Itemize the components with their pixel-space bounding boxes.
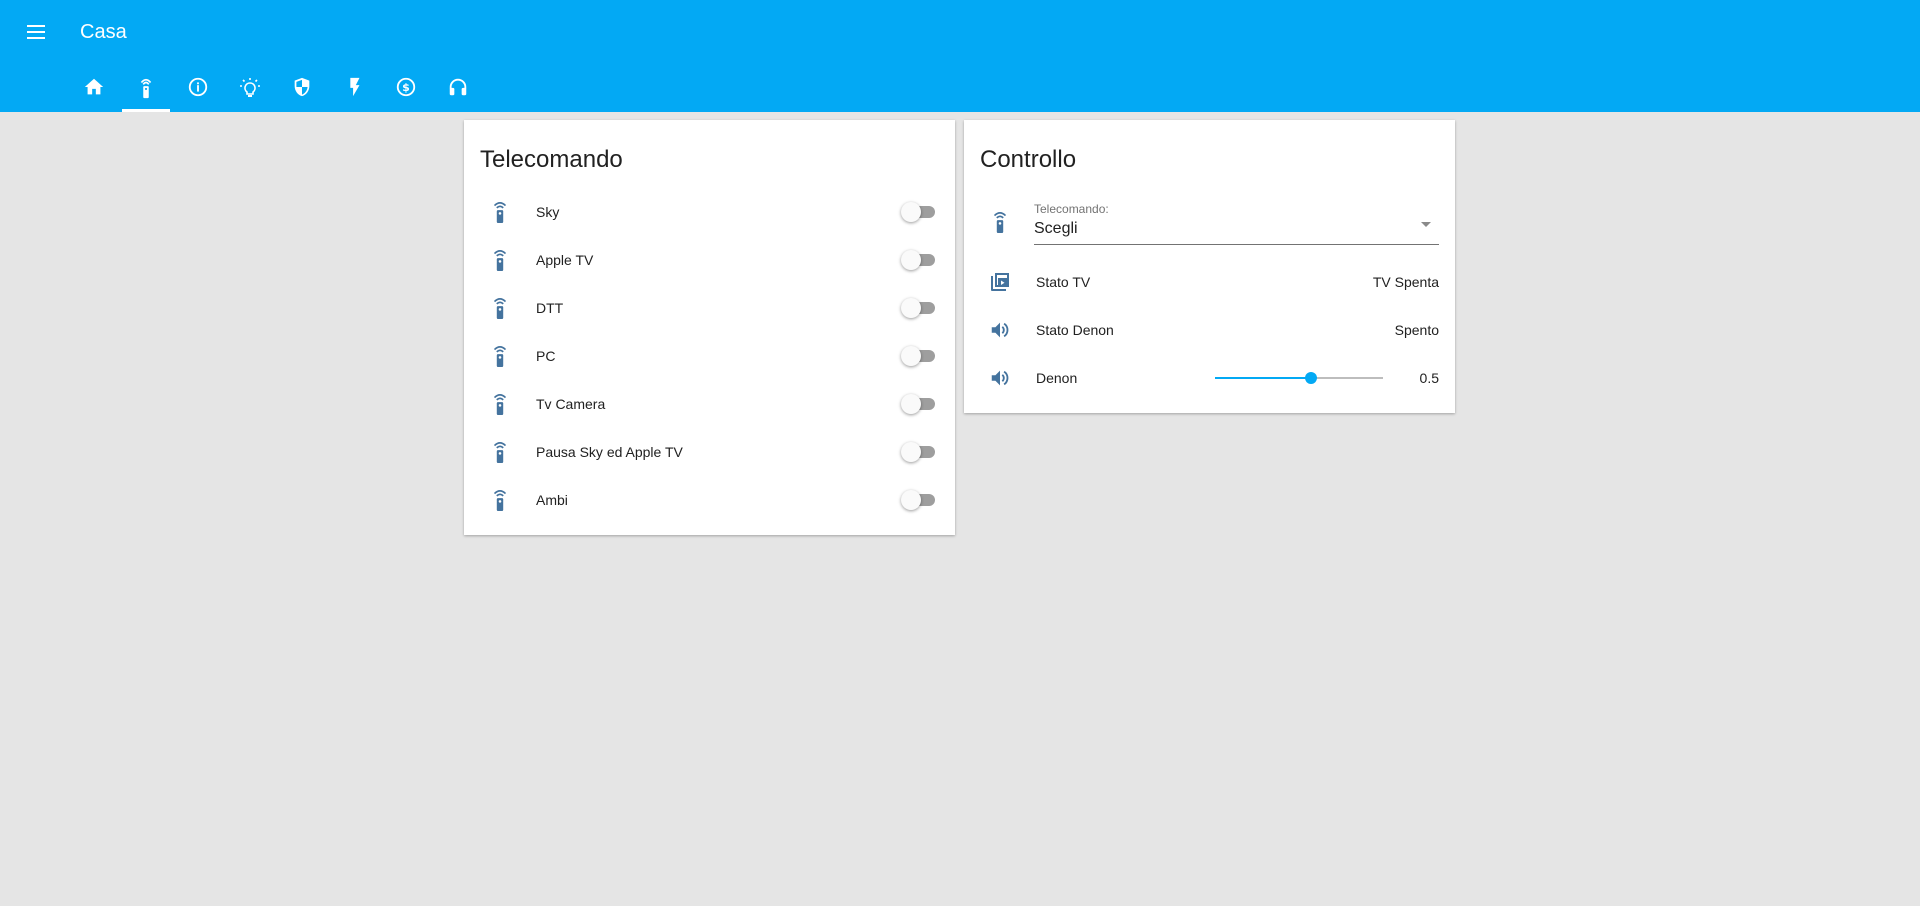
list-item-apple-tv: Apple TV xyxy=(480,240,939,280)
controllo-card: Controllo Telecomando: Scegli Stato TV T… xyxy=(964,120,1455,413)
list-item-pc: PC xyxy=(480,336,939,376)
remote-icon xyxy=(480,240,520,280)
toggle-knob xyxy=(901,442,921,462)
list-item-label: PC xyxy=(536,348,556,364)
info-icon xyxy=(188,77,208,97)
list-item-tv-camera: Tv Camera xyxy=(480,384,939,424)
tab-energy[interactable] xyxy=(328,70,380,112)
headphones-icon xyxy=(449,78,467,96)
remote-icon xyxy=(480,480,520,520)
remote-icon xyxy=(140,78,152,99)
toggle-switch[interactable] xyxy=(901,394,939,414)
denon-volume-row: Denon 0.5 xyxy=(980,358,1439,398)
slider-fill xyxy=(1215,377,1311,379)
tab-info[interactable] xyxy=(172,70,224,112)
app-header: Casa $ xyxy=(0,0,1920,112)
stato-denon-value: Spento xyxy=(1394,322,1439,338)
list-item-label: Sky xyxy=(536,204,560,220)
app-title: Casa xyxy=(80,21,127,43)
hamburger-icon xyxy=(27,25,45,39)
tab-lights[interactable] xyxy=(224,70,276,112)
shield-icon xyxy=(294,77,310,97)
list-item-label: Pausa Sky ed Apple TV xyxy=(536,444,683,460)
telecomando-select-row: Telecomando: Scegli xyxy=(980,198,1439,246)
remote-icon xyxy=(480,336,520,376)
volume-slider[interactable] xyxy=(1215,368,1383,388)
stato-tv-label: Stato TV xyxy=(1036,274,1091,290)
list-item-pausa: Pausa Sky ed Apple TV xyxy=(480,432,939,472)
list-item-ambi: Ambi xyxy=(480,480,939,520)
list-item-label: Tv Camera xyxy=(536,396,606,412)
toggle-switch[interactable] xyxy=(901,202,939,222)
chevron-down-icon xyxy=(1421,221,1431,227)
list-item-dtt: DTT xyxy=(480,288,939,328)
select-label: Telecomando: xyxy=(1034,201,1109,216)
toggle-switch[interactable] xyxy=(901,490,939,510)
slider-thumb[interactable] xyxy=(1304,372,1317,384)
tab-home[interactable] xyxy=(68,70,120,112)
remote-icon xyxy=(480,288,520,328)
tab-media[interactable] xyxy=(432,70,484,112)
select-value: Scegli xyxy=(1034,219,1078,237)
list-item-label: DTT xyxy=(536,300,564,316)
denon-value: 0.5 xyxy=(1419,370,1439,386)
svg-text:$: $ xyxy=(402,81,410,94)
remote-icon xyxy=(480,432,520,472)
toggle-knob xyxy=(901,490,921,510)
tab-telecomando[interactable] xyxy=(120,70,172,112)
stato-tv-row: Stato TV TV Spenta xyxy=(980,262,1439,302)
remote-icon xyxy=(480,384,520,424)
toggle-switch[interactable] xyxy=(901,298,939,318)
toggle-knob xyxy=(901,394,921,414)
currency-icon: $ xyxy=(396,77,416,97)
flash-icon xyxy=(350,77,360,97)
telecomando-select[interactable]: Telecomando: Scegli xyxy=(1034,200,1439,245)
stato-tv-value: TV Spenta xyxy=(1372,274,1439,290)
remote-icon xyxy=(480,192,520,232)
view-tabs: $ xyxy=(68,70,484,112)
list-item-label: Apple TV xyxy=(536,252,594,268)
home-icon xyxy=(84,78,104,95)
tab-costs[interactable]: $ xyxy=(380,70,432,112)
card-title: Telecomando xyxy=(480,146,623,173)
toggle-switch[interactable] xyxy=(901,250,939,270)
toggle-knob xyxy=(901,346,921,366)
stato-denon-label: Stato Denon xyxy=(1036,322,1114,338)
toggle-knob xyxy=(901,298,921,318)
telecomando-card: Telecomando Sky Apple TV DTT PC Tv Camer… xyxy=(464,120,955,535)
list-item-label: Ambi xyxy=(536,492,568,508)
toggle-knob xyxy=(901,250,921,270)
remote-icon xyxy=(980,202,1020,242)
toggle-knob xyxy=(901,202,921,222)
toggle-switch[interactable] xyxy=(901,346,939,366)
card-title: Controllo xyxy=(980,146,1077,173)
list-item-sky: Sky xyxy=(480,192,939,232)
tab-security[interactable] xyxy=(276,70,328,112)
speaker-icon xyxy=(980,358,1020,398)
toggle-switch[interactable] xyxy=(901,442,939,462)
menu-button[interactable] xyxy=(20,18,52,46)
stato-denon-row: Stato Denon Spento xyxy=(980,310,1439,350)
media-library-icon xyxy=(980,262,1020,302)
speaker-icon xyxy=(980,310,1020,350)
lightbulb-icon xyxy=(240,78,260,97)
denon-label: Denon xyxy=(1036,370,1078,386)
